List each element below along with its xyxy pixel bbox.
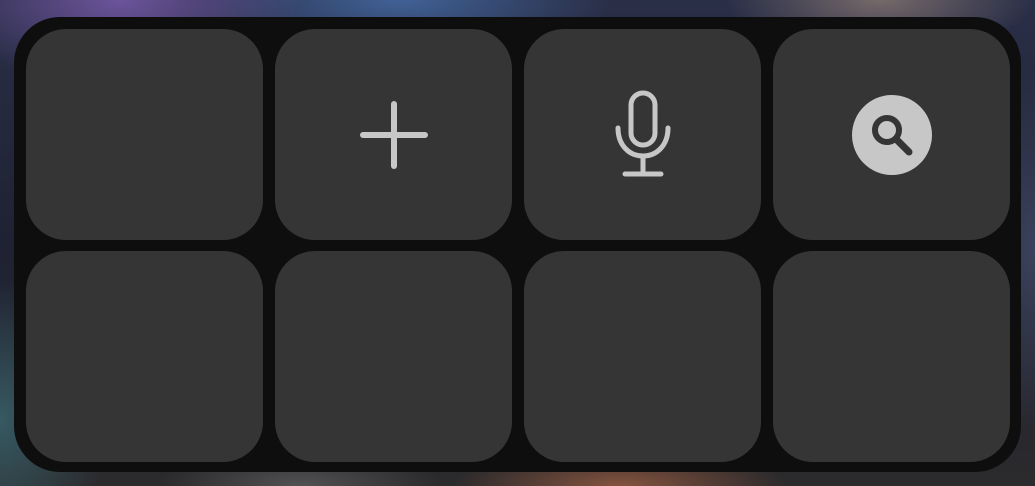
search-button[interactable] [773, 29, 1010, 240]
empty-slot-tile[interactable] [26, 251, 263, 462]
control-panel [14, 17, 1021, 472]
microphone-button[interactable] [524, 29, 761, 240]
magnifier-circle-icon [851, 94, 933, 176]
add-button[interactable] [275, 29, 512, 240]
microphone-icon [612, 90, 674, 180]
plus-icon [359, 100, 429, 170]
empty-slot-tile[interactable] [275, 251, 512, 462]
control-grid [26, 29, 1011, 462]
empty-slot-tile[interactable] [773, 251, 1010, 462]
empty-slot-tile[interactable] [26, 29, 263, 240]
empty-slot-tile[interactable] [524, 251, 761, 462]
